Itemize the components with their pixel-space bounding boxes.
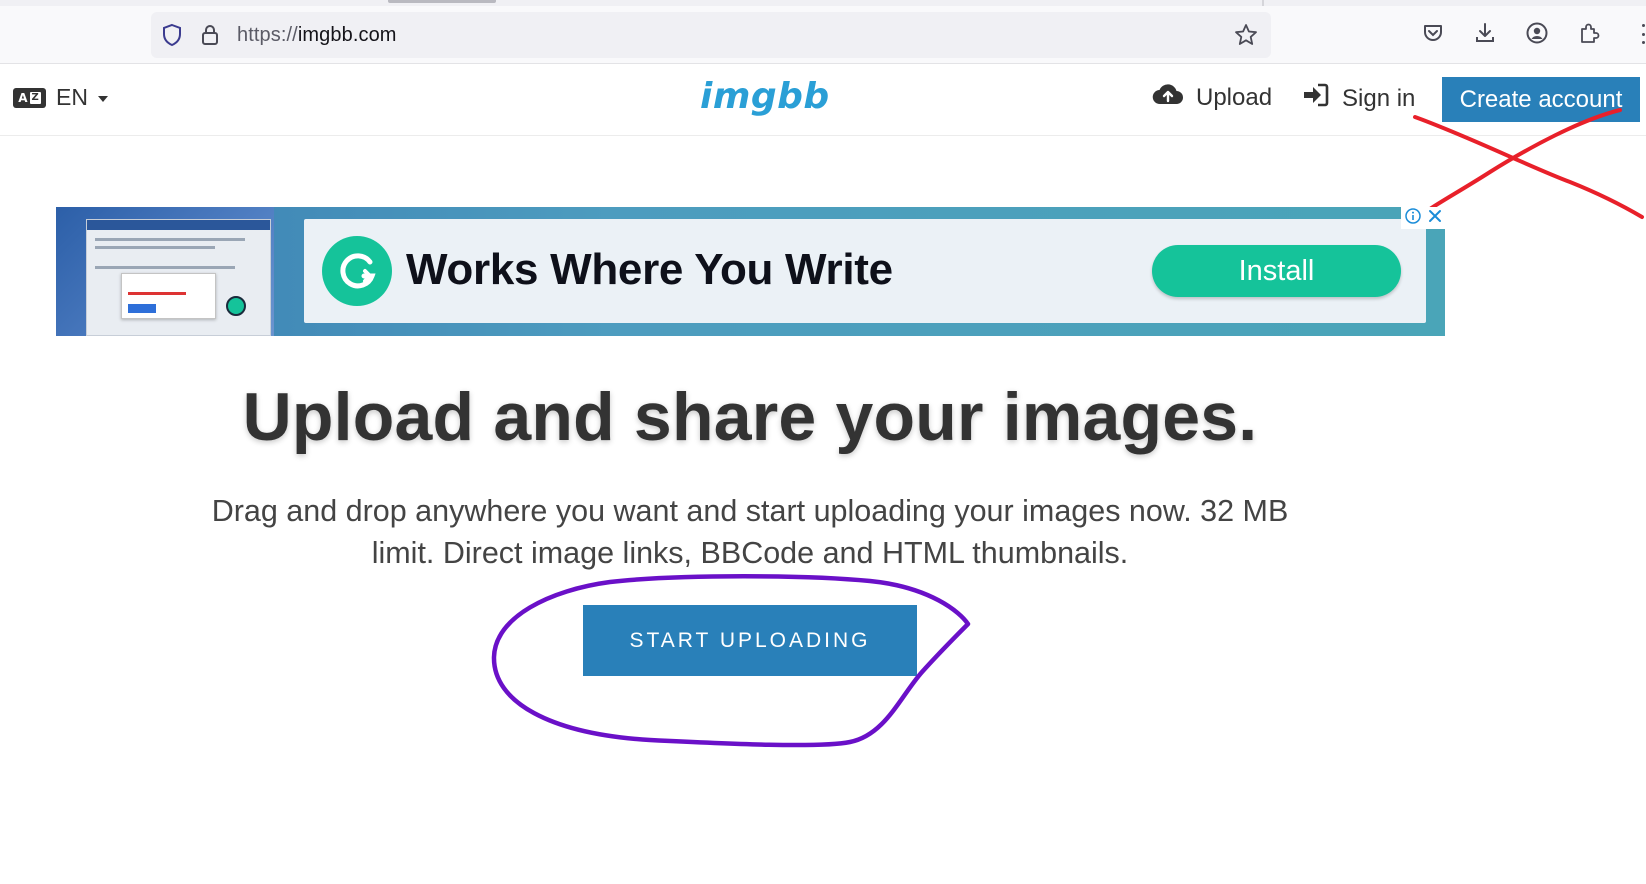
bookmark-star-icon[interactable]: [1233, 22, 1259, 53]
hero-subtitle: Drag and drop anywhere you want and star…: [175, 490, 1325, 574]
sign-in-link[interactable]: Sign in: [1302, 82, 1415, 115]
url-host: imgbb.com: [297, 23, 397, 46]
download-icon[interactable]: [1472, 20, 1498, 46]
browser-toolbar: https://imgbb.com: [0, 6, 1646, 64]
shield-icon[interactable]: [161, 23, 183, 47]
hero-subtitle-line2: limit. Direct image links, BBCode and HT…: [371, 536, 1129, 570]
toolbar-icons: [1420, 20, 1602, 46]
start-uploading-button[interactable]: START UPLOADING: [583, 605, 917, 676]
site-logo[interactable]: imgbb: [700, 76, 830, 117]
ad-install-button[interactable]: Install: [1152, 245, 1401, 297]
info-icon[interactable]: [1404, 207, 1421, 229]
extensions-icon[interactable]: [1576, 20, 1602, 46]
ad-screenshot-image: [56, 207, 274, 336]
sign-in-icon: [1302, 82, 1330, 115]
translate-icon-right: Z: [29, 91, 41, 104]
close-icon[interactable]: [1428, 209, 1442, 228]
grammarly-small-icon: [226, 296, 246, 316]
chevron-down-icon: [97, 95, 108, 102]
active-tab-indicator[interactable]: [388, 0, 496, 3]
ad-banner[interactable]: Works Where You Write Install: [56, 207, 1445, 336]
lock-icon[interactable]: [199, 23, 221, 47]
translate-icon: AZ: [13, 87, 46, 108]
grammarly-logo-icon: [322, 236, 392, 306]
sign-in-label: Sign in: [1342, 84, 1416, 112]
ad-panel: Works Where You Write Install: [304, 219, 1426, 323]
pocket-icon[interactable]: [1420, 20, 1446, 46]
url-scheme: https://: [237, 23, 298, 46]
hero-title: Upload and share your images.: [242, 379, 1258, 455]
site-header: AZ EN imgbb Upload Sign in Create accoun…: [0, 64, 1646, 219]
page: https://imgbb.com AZ EN imgbb Upload Sig…: [0, 0, 1646, 884]
ad-headline: Works Where You Write: [406, 245, 893, 294]
upload-link[interactable]: Upload: [1152, 82, 1272, 113]
address-bar[interactable]: https://imgbb.com: [151, 12, 1271, 58]
hero-subtitle-line1: Drag and drop anywhere you want and star…: [211, 494, 1289, 528]
url-text[interactable]: https://imgbb.com: [237, 24, 397, 47]
account-icon[interactable]: [1524, 20, 1550, 46]
language-selector[interactable]: AZ EN: [13, 84, 108, 111]
language-label: EN: [56, 84, 88, 110]
overflow-menu-icon[interactable]: [1640, 24, 1646, 44]
ad-suggestion-card: [121, 273, 216, 319]
translate-icon-left: A: [18, 90, 28, 105]
ad-choices[interactable]: [1401, 207, 1445, 229]
cloud-upload-icon: [1152, 82, 1184, 113]
upload-label: Upload: [1196, 83, 1273, 111]
create-account-button[interactable]: Create account: [1442, 77, 1640, 122]
